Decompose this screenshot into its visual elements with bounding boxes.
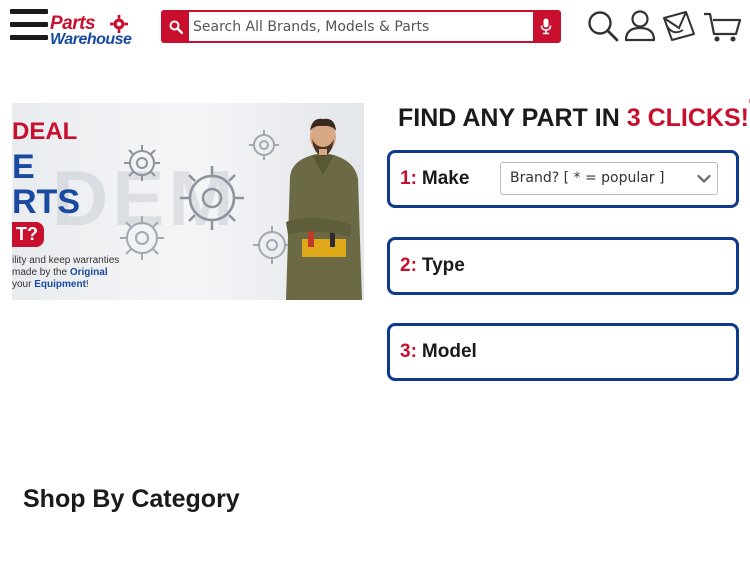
- header: Parts Warehouse: [0, 0, 750, 60]
- banner-deal-text: DEAL: [12, 118, 78, 145]
- step-model-label: 3: Model: [400, 341, 477, 362]
- search-input[interactable]: [191, 12, 533, 41]
- brand-select[interactable]: Brand? [ * = popular ]: [500, 162, 718, 195]
- search-bar: [161, 10, 561, 43]
- step-model[interactable]: 3: Model: [387, 323, 739, 381]
- finder-title: FIND ANY PART IN 3 CLICKS!®: [398, 96, 750, 132]
- step-make[interactable]: 1: Make Brand? [ * = popular ]: [387, 150, 739, 208]
- gear-icon: [120, 216, 164, 260]
- shop-by-category-heading: Shop By Category: [23, 485, 240, 513]
- logo-text-warehouse: Warehouse: [50, 31, 132, 48]
- menu-icon[interactable]: [10, 9, 48, 43]
- promo-banner[interactable]: DEM DEAL E RTS T? ility and keep warrant…: [12, 103, 364, 300]
- step-type[interactable]: 2: Type: [387, 237, 739, 295]
- cart-icon[interactable]: [703, 8, 741, 44]
- gear-icon: [180, 166, 244, 230]
- step-make-label: 1: Make: [400, 168, 470, 189]
- technician-image: [286, 118, 362, 300]
- gear-icon: [124, 145, 160, 181]
- banner-headline-2: RTS: [12, 183, 80, 221]
- banner-headline-1: E: [12, 148, 35, 186]
- voice-search-button[interactable]: [533, 12, 559, 41]
- step-type-label: 2: Type: [400, 255, 465, 276]
- search-icon[interactable]: [585, 8, 621, 44]
- search-button[interactable]: [163, 12, 189, 41]
- account-icon[interactable]: [622, 8, 658, 44]
- search-icon: [169, 20, 183, 34]
- gear-icon: [249, 130, 279, 160]
- logo[interactable]: Parts Warehouse: [48, 13, 143, 51]
- microphone-icon: [540, 18, 552, 35]
- banner-badge: T?: [12, 222, 44, 247]
- chevron-down-icon: [697, 174, 711, 184]
- banner-copy-3: your Equipment!: [12, 279, 89, 290]
- messages-icon[interactable]: [661, 8, 697, 44]
- banner-copy-2: made by the Original: [12, 267, 108, 278]
- banner-copy-1: ility and keep warranties: [12, 255, 120, 266]
